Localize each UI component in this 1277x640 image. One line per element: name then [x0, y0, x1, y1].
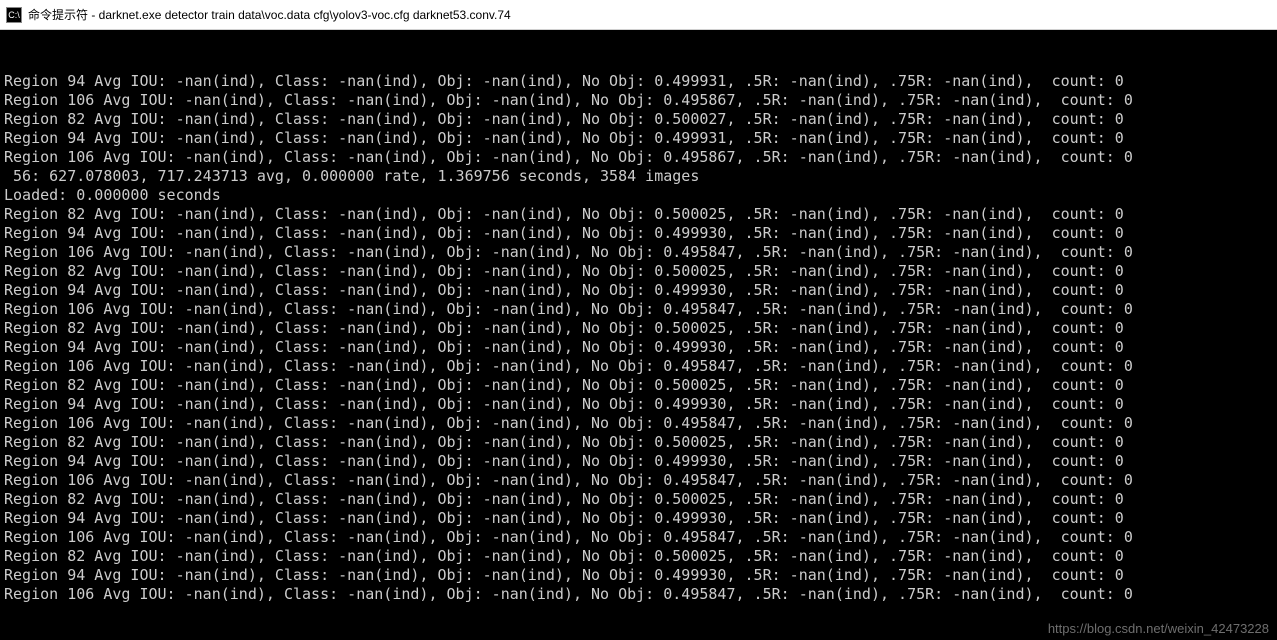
- terminal-line: Region 94 Avg IOU: -nan(ind), Class: -na…: [4, 72, 1273, 91]
- terminal-line: Region 106 Avg IOU: -nan(ind), Class: -n…: [4, 528, 1273, 547]
- terminal-line: Region 94 Avg IOU: -nan(ind), Class: -na…: [4, 395, 1273, 414]
- terminal-line: Region 106 Avg IOU: -nan(ind), Class: -n…: [4, 91, 1273, 110]
- terminal-line: Region 94 Avg IOU: -nan(ind), Class: -na…: [4, 224, 1273, 243]
- terminal-line: Region 82 Avg IOU: -nan(ind), Class: -na…: [4, 547, 1273, 566]
- terminal-line: Region 106 Avg IOU: -nan(ind), Class: -n…: [4, 243, 1273, 262]
- window-titlebar[interactable]: C:\ 命令提示符 - darknet.exe detector train d…: [0, 0, 1277, 30]
- terminal-line: Region 82 Avg IOU: -nan(ind), Class: -na…: [4, 433, 1273, 452]
- terminal-line: Region 82 Avg IOU: -nan(ind), Class: -na…: [4, 490, 1273, 509]
- terminal-line: Region 82 Avg IOU: -nan(ind), Class: -na…: [4, 319, 1273, 338]
- terminal-line: Region 106 Avg IOU: -nan(ind), Class: -n…: [4, 414, 1273, 433]
- terminal-line: Region 94 Avg IOU: -nan(ind), Class: -na…: [4, 338, 1273, 357]
- terminal-line: Region 106 Avg IOU: -nan(ind), Class: -n…: [4, 300, 1273, 319]
- terminal-line: Region 106 Avg IOU: -nan(ind), Class: -n…: [4, 585, 1273, 604]
- terminal-line: Region 82 Avg IOU: -nan(ind), Class: -na…: [4, 262, 1273, 281]
- terminal-line: Region 106 Avg IOU: -nan(ind), Class: -n…: [4, 471, 1273, 490]
- cmd-icon: C:\: [6, 7, 22, 23]
- terminal-line: Region 94 Avg IOU: -nan(ind), Class: -na…: [4, 281, 1273, 300]
- terminal-line: Region 94 Avg IOU: -nan(ind), Class: -na…: [4, 566, 1273, 585]
- watermark-text: https://blog.csdn.net/weixin_42473228: [1048, 619, 1269, 638]
- terminal-output[interactable]: Region 94 Avg IOU: -nan(ind), Class: -na…: [0, 30, 1277, 640]
- terminal-line: Region 82 Avg IOU: -nan(ind), Class: -na…: [4, 110, 1273, 129]
- terminal-line: Region 106 Avg IOU: -nan(ind), Class: -n…: [4, 357, 1273, 376]
- terminal-line: 56: 627.078003, 717.243713 avg, 0.000000…: [4, 167, 1273, 186]
- terminal-line: Loaded: 0.000000 seconds: [4, 186, 1273, 205]
- terminal-line: Region 106 Avg IOU: -nan(ind), Class: -n…: [4, 148, 1273, 167]
- terminal-line: Region 82 Avg IOU: -nan(ind), Class: -na…: [4, 205, 1273, 224]
- terminal-line: Region 94 Avg IOU: -nan(ind), Class: -na…: [4, 509, 1273, 528]
- window-title: 命令提示符 - darknet.exe detector train data\…: [28, 6, 511, 23]
- terminal-line: Region 94 Avg IOU: -nan(ind), Class: -na…: [4, 129, 1273, 148]
- terminal-line: Region 82 Avg IOU: -nan(ind), Class: -na…: [4, 376, 1273, 395]
- terminal-line: Region 94 Avg IOU: -nan(ind), Class: -na…: [4, 452, 1273, 471]
